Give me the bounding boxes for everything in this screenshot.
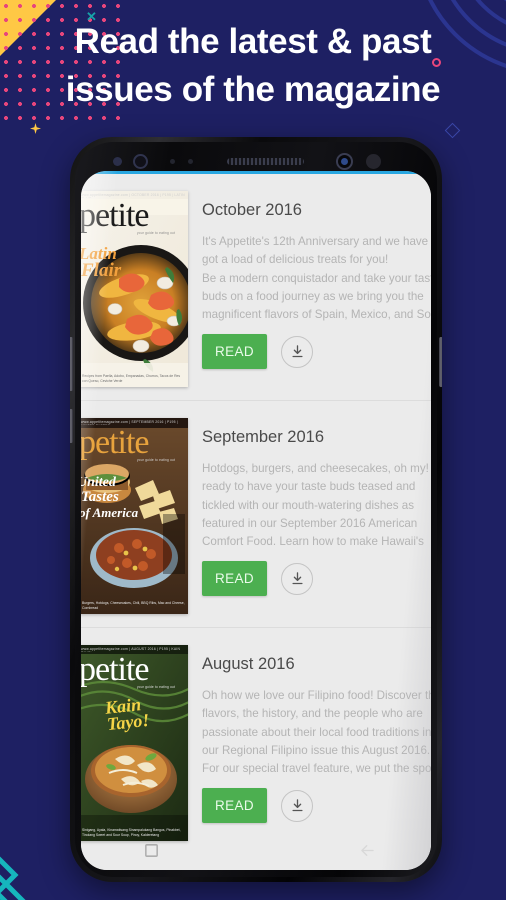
list-item[interactable]: www.appetitemagazine.com | AUGUST 2016 |… (81, 628, 431, 855)
issue-description: It's Appetite's 12th Anniversary and we … (202, 235, 431, 322)
cover-tag-line2: Tastes (81, 489, 119, 505)
read-button[interactable]: READ (202, 561, 267, 596)
issue-title: October 2016 (202, 201, 302, 219)
issue-title: August 2016 (202, 655, 295, 673)
cover-tag-line2: Flair (81, 260, 122, 281)
front-camera-icon (336, 153, 353, 170)
issue-description: Hotdogs, burgers, and cheesecakes, oh my… (202, 462, 429, 549)
headline-part-2: latest & past (228, 22, 432, 61)
download-button[interactable] (281, 335, 313, 368)
assistant-button[interactable] (70, 409, 73, 443)
download-button[interactable] (281, 789, 313, 822)
headline-part-4: of the magazine (172, 70, 441, 109)
download-icon (291, 572, 303, 585)
issue-info: October 2016 It's Appetite's 12th Annive… (188, 191, 431, 400)
phone-mockup: www.appetitemagazine.com | OCTOBER 2016 … (70, 137, 442, 882)
led-indicator-icon (170, 159, 175, 164)
cover-brand: ppetite (81, 424, 150, 461)
power-button[interactable] (439, 337, 442, 387)
issue-actions: READ (202, 561, 431, 596)
cover-tag-line3: of America (81, 505, 139, 520)
issue-actions: READ (202, 334, 431, 369)
light-sensor-icon (188, 159, 193, 164)
cover-tagline: your guide to eating out (137, 685, 176, 689)
magazine-cover[interactable]: www.appetitemagazine.com | SEPTEMBER 201… (81, 418, 188, 614)
proximity-sensor-icon (113, 157, 122, 166)
yellow-star-icon (30, 123, 41, 134)
issue-description: Oh how we love our Filipino food! Discov… (202, 689, 431, 776)
list-item[interactable]: www.appetitemagazine.com | SEPTEMBER 201… (81, 401, 431, 628)
download-icon (291, 799, 303, 812)
read-button[interactable]: READ (202, 788, 267, 823)
earpiece-speaker (227, 158, 304, 165)
magazine-cover[interactable]: www.appetitemagazine.com | OCTOBER 2016 … (81, 191, 188, 387)
download-button[interactable] (281, 562, 313, 595)
issue-info: September 2016 Hotdogs, burgers, and che… (188, 418, 431, 627)
cover-footline: Burgers, Hotdogs, Cheesecakes, Chili, BB… (82, 601, 185, 610)
volume-button[interactable] (70, 337, 73, 391)
issue-title: September 2016 (202, 428, 325, 446)
issue-actions: READ (202, 788, 431, 823)
cover-tagline: your guide to eating out (137, 231, 176, 235)
issue-info: August 2016 Oh how we love our Filipino … (188, 645, 431, 855)
phone-screen: www.appetitemagazine.com | OCTOBER 2016 … (81, 171, 431, 870)
page-title: Read the latest & past issues of the mag… (0, 18, 506, 114)
issues-list[interactable]: www.appetitemagazine.com | OCTOBER 2016 … (81, 174, 431, 870)
ir-sensor-icon (366, 154, 381, 169)
blue-diamond-icon (444, 122, 461, 139)
cover-brand: ppetite (81, 651, 150, 688)
iris-scanner-icon (133, 154, 148, 169)
list-item[interactable]: www.appetitemagazine.com | OCTOBER 2016 … (81, 174, 431, 401)
cover-tag-line2: Tayo! (106, 709, 151, 735)
cover-brand: ppetite (81, 197, 150, 234)
magazine-cover[interactable]: www.appetitemagazine.com | AUGUST 2016 |… (81, 645, 188, 841)
read-button[interactable]: READ (202, 334, 267, 369)
cover-footline: Recipes from Paella, Adobo, Empanadas, C… (82, 374, 181, 383)
headline-part-3: issues (65, 70, 173, 109)
cover-tagline: your guide to eating out (137, 458, 176, 462)
headline-part-1: Read the (74, 22, 229, 61)
cover-footline: Sinigang, Ayala, Kinamatisang Sinampaluk… (82, 828, 181, 837)
download-icon (291, 345, 303, 358)
